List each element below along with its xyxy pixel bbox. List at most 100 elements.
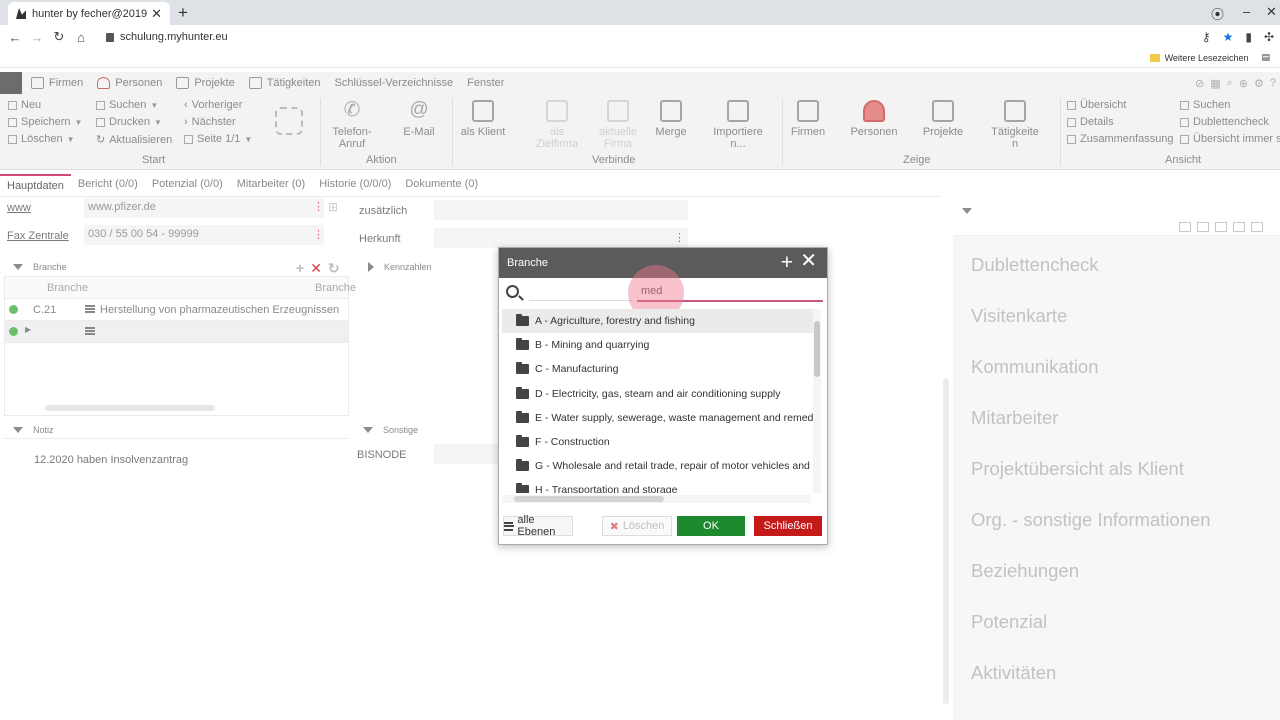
view-search-button[interactable]: Suchen (1180, 99, 1230, 111)
page-vertical-scrollbar[interactable] (943, 378, 949, 704)
close-button[interactable]: Schließen (754, 516, 822, 536)
tab-hauptdaten[interactable]: Hauptdaten (0, 174, 71, 196)
summary-button[interactable]: Zusammenfassung (1067, 133, 1174, 145)
panel-item-visitenkarte[interactable]: Visitenkarte (971, 305, 1067, 327)
add-row-icon[interactable] (9, 305, 18, 314)
collapse-icon[interactable] (13, 427, 23, 433)
fax-field[interactable]: 030 / 55 00 54 - 99999 (84, 225, 324, 245)
panel-item-kommunikation[interactable]: Kommunikation (971, 356, 1099, 378)
kennzahlen-section-header[interactable]: Kennzahlen (368, 262, 432, 272)
tree-vertical-scrollbar[interactable] (813, 309, 821, 493)
save-button[interactable]: Speichern ▼ (8, 116, 82, 128)
current-firm-button[interactable]: aktuelle Firma (589, 100, 647, 150)
next-button[interactable]: › Nächster (184, 116, 236, 128)
tab-bericht[interactable]: Bericht (0/0) (71, 174, 145, 196)
tree-item[interactable]: E - Water supply, sewerage, waste manage… (502, 406, 814, 430)
home-icon[interactable]: ⌂ (70, 30, 92, 45)
excel-icon[interactable] (1215, 222, 1227, 232)
tab-close-icon[interactable]: ✕ (151, 6, 162, 22)
menu-icon[interactable] (85, 327, 95, 335)
settings-icon[interactable] (1179, 222, 1191, 232)
show-firms-button[interactable]: Firmen (779, 100, 837, 138)
puzzle-icon[interactable]: ✣ (1264, 30, 1274, 44)
all-levels-button[interactable]: alle Ebenen (503, 514, 573, 538)
merge-button[interactable]: Merge (642, 100, 700, 138)
tree-item[interactable]: G - Wholesale and retail trade, repair o… (502, 454, 814, 478)
bisnode-field[interactable] (434, 444, 498, 464)
key-icon[interactable]: ⚷ (1202, 30, 1211, 44)
menu-icon[interactable] (85, 305, 95, 313)
table-row[interactable]: ▶ (5, 321, 348, 343)
tab-potenzial[interactable]: Potenzial (0/0) (145, 174, 230, 196)
open-web-icon[interactable]: ⊞ (328, 200, 338, 214)
refresh-icon[interactable]: ↻ (328, 260, 340, 277)
add-row-icon[interactable] (9, 327, 18, 336)
star-icon[interactable]: ★ (1223, 30, 1234, 44)
scrollbar-thumb[interactable] (514, 496, 664, 502)
menu-taetigkeiten[interactable]: Tätigkeiten (248, 77, 321, 89)
panel-item-mitarbeiter[interactable]: Mitarbeiter (971, 407, 1058, 429)
origin-field[interactable] (434, 228, 688, 248)
ok-button[interactable]: OK (677, 516, 745, 536)
collapse-icon[interactable] (363, 427, 373, 433)
branche-section-header[interactable]: Branche (13, 262, 67, 272)
tab-dokumente[interactable]: Dokumente (0) (398, 174, 485, 196)
horizontal-scrollbar[interactable] (45, 405, 215, 411)
dupcheck-button[interactable]: Dublettencheck (1180, 116, 1269, 128)
table-row[interactable]: C.21 Herstellung von pharmazeutischen Er… (5, 299, 348, 321)
origin-menu-icon[interactable]: ⋮ (674, 231, 685, 244)
as-client-button[interactable]: als Klient (454, 100, 512, 138)
search-button[interactable]: Suchen ▼ (96, 99, 158, 111)
show-activities-button[interactable]: Tätigkeite n (986, 100, 1044, 150)
panel-item-projektuebersicht[interactable]: Projektübersicht als Klient (971, 458, 1184, 480)
expand-icon[interactable]: ▶ (25, 325, 31, 334)
expand-icon[interactable] (368, 262, 374, 272)
details-button[interactable]: Details (1067, 116, 1114, 128)
tree-item[interactable]: H - Transportation and storage (502, 478, 814, 493)
dialog-titlebar[interactable]: Branche + ✕ (499, 248, 827, 278)
as-target-button[interactable]: als Zielfirma (528, 100, 586, 150)
panel-item-beziehungen[interactable]: Beziehungen (971, 560, 1079, 582)
back-icon[interactable]: ← (4, 30, 26, 45)
menu-projekte[interactable]: Projekte (176, 77, 235, 89)
notiz-section-header[interactable]: Notiz (13, 425, 54, 435)
minimize-icon[interactable]: – (1243, 4, 1250, 19)
right-panel-collapse-icon[interactable] (962, 205, 972, 217)
tree-item[interactable]: D - Electricity, gas, steam and air cond… (502, 382, 814, 406)
previous-button[interactable]: ‹ Vorheriger (184, 99, 242, 111)
fax-link[interactable]: Fax Zentrale (7, 230, 69, 242)
fax-menu-icon[interactable]: ⋮ (313, 228, 324, 241)
help-circle-icon[interactable]: ? (1270, 77, 1276, 90)
tree-item[interactable]: B - Mining and quarrying (502, 333, 814, 357)
word-icon[interactable] (1197, 222, 1209, 232)
chart-icon[interactable]: ▦ (1210, 77, 1220, 90)
dropdown-caret-icon[interactable]: ▼ (244, 135, 252, 144)
delete-button[interactable]: ✖ Löschen (602, 516, 672, 536)
page-selector[interactable]: Seite 1/1 ▼ (184, 133, 252, 145)
import-button[interactable]: Importiere n... (709, 100, 767, 150)
add-icon[interactable]: + (296, 260, 304, 277)
url-field[interactable]: schulung.myhunter.eu (106, 31, 228, 43)
sonstige-section-header[interactable]: Sonstige (363, 425, 418, 435)
menu-schluessel[interactable]: Schlüssel-Verzeichnisse (335, 77, 454, 89)
document-icon[interactable] (1251, 222, 1263, 232)
tree-item[interactable]: C - Manufacturing (502, 357, 814, 381)
dropdown-caret-icon[interactable]: ▼ (150, 101, 158, 110)
search-scope-field[interactable] (529, 283, 633, 301)
tree-horizontal-scrollbar[interactable] (502, 495, 811, 503)
browser-tab[interactable]: hunter by fecher@2019 ✕ (8, 2, 170, 25)
email-button[interactable]: @ E-Mail (390, 100, 448, 139)
panel-item-org-info[interactable]: Org. - sonstige Informationen (971, 509, 1211, 531)
collapse-icon[interactable] (13, 264, 23, 270)
column-header-branche-2[interactable]: Branche (315, 282, 356, 294)
panel-item-potenzial[interactable]: Potenzial (971, 611, 1047, 633)
reload-icon[interactable]: ↻ (48, 29, 70, 45)
close-window-icon[interactable]: ✕ (1266, 4, 1277, 20)
always-overview-button[interactable]: Übersicht immer s (1180, 133, 1280, 145)
dropdown-caret-icon[interactable]: ▼ (154, 118, 162, 127)
www-link[interactable]: www (7, 202, 31, 214)
column-header-branche[interactable]: Branche (47, 282, 88, 294)
print-button[interactable]: Drucken ▼ (96, 116, 162, 128)
delete-icon[interactable]: ✕ (310, 260, 322, 277)
tab-historie[interactable]: Historie (0/0/0) (312, 174, 398, 196)
